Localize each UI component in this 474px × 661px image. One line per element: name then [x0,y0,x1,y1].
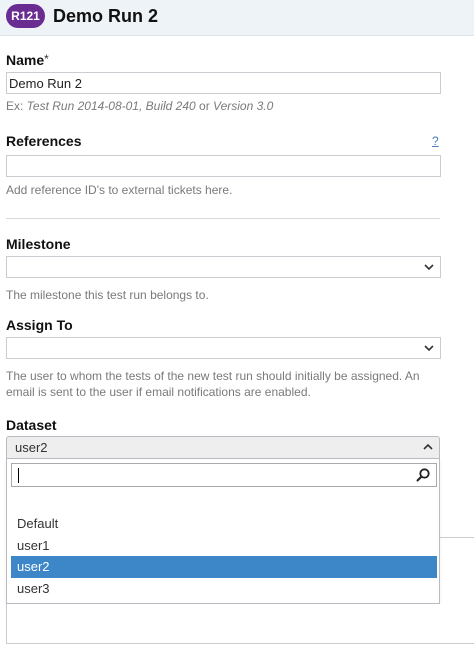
name-label-text: Name [6,52,45,68]
run-id-badge: R121 [6,4,45,28]
name-help-example2: Version 3.0 [213,99,274,113]
milestone-help: The milestone this test run belongs to. [6,288,209,302]
dataset-option-user1[interactable]: user1 [11,535,437,557]
dataset-select[interactable]: user2 [6,436,440,459]
milestone-select[interactable] [6,256,441,278]
references-field[interactable] [6,155,441,177]
search-icon [415,467,431,483]
references-help-link[interactable]: ? [432,134,439,148]
dataset-option-user3[interactable]: user3 [11,578,437,600]
name-help-prefix: Ex: [6,99,27,113]
references-label: References [6,133,82,149]
assign-to-help-line1: The user to whom the tests of the new te… [6,369,420,383]
form-section-box [6,604,474,644]
name-help: Ex: Test Run 2014-08-01, Build 240 or Ve… [6,98,273,114]
assign-to-label: Assign To [6,317,73,333]
dataset-option-user2[interactable]: user2 [11,556,437,578]
milestone-label: Milestone [6,236,71,252]
chevron-down-icon [424,262,434,272]
chevron-down-icon [424,343,434,353]
page-header: R121 Demo Run 2 [0,0,474,36]
section-divider [6,218,440,219]
divider-stub [440,537,474,538]
name-label: Name* [6,52,49,68]
dataset-value: user2 [15,440,48,455]
name-help-or: or [195,99,214,113]
required-mark: * [44,52,49,66]
dataset-dropdown: Default user1 user2 user3 [6,459,440,604]
name-field[interactable] [6,72,441,94]
dataset-label: Dataset [6,417,57,433]
dataset-option-default[interactable]: Default [11,513,437,535]
references-help: Add reference ID's to external tickets h… [6,183,233,197]
assign-to-select[interactable] [6,337,441,359]
chevron-up-icon [423,442,433,452]
assign-to-help-line2: email is sent to the user if email notif… [6,385,311,399]
name-help-example: Test Run 2014-08-01, Build 240 [26,99,196,113]
text-cursor [18,468,19,483]
dataset-search-input[interactable] [11,463,437,487]
page-title: Demo Run 2 [53,6,159,26]
